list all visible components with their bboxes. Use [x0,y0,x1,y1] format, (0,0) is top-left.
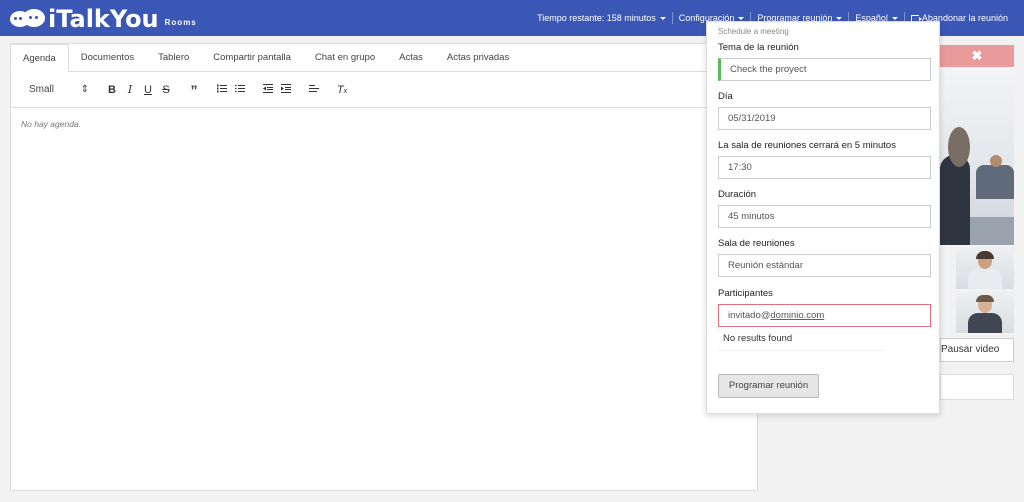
close-icon[interactable]: ✖ [940,45,1014,67]
agenda-editor[interactable]: No hay agenda. [11,108,757,140]
indent-icon[interactable] [277,83,295,96]
day-label: Día [718,91,733,102]
schedule-meeting-dropdown: Schedule a meeting Tema de la reunión Ch… [706,21,940,414]
topic-label: Tema de la reunión [718,42,799,53]
outdent-icon[interactable] [259,83,277,96]
strikethrough-icon[interactable]: S [157,84,175,96]
tab-minutes[interactable]: Actas [387,44,435,71]
font-size-value: Small [29,84,55,95]
pause-video-button[interactable]: Pausar video [940,338,1014,362]
duration-label: Duración [718,189,757,200]
bullet-list-icon[interactable] [231,84,249,96]
room-select[interactable]: Reunión estándar [718,254,931,277]
select-arrows-icon: ⇕ [80,84,89,95]
tab-agenda[interactable]: Agenda [10,44,69,72]
ordered-list-icon[interactable] [213,84,231,96]
time-remaining-label: Tiempo restante: 158 minutos [537,13,656,23]
caret-down-icon [891,16,898,20]
participant-avatar[interactable] [956,291,1014,333]
closing-time-label: La sala de reuniones cerrará en 5 minuto… [718,140,896,151]
editor-toolbar: Small ⇕ B I U S ” Tx [11,72,757,108]
font-size-select[interactable]: Small ⇕ [29,84,89,95]
time-remaining-menu[interactable]: Tiempo restante: 158 minutos [531,13,672,23]
bold-icon[interactable]: B [103,84,121,96]
caret-down-icon [659,16,666,20]
tab-bar: Agenda Documentos Tablero Compartir pant… [10,44,757,72]
italic-icon[interactable]: I [121,83,139,96]
video-panel-box [940,374,1014,400]
chat-bubbles-icon [10,9,46,31]
clear-format-icon[interactable]: Tx [333,84,351,96]
no-results-message: No results found [718,333,884,351]
tab-private-minutes[interactable]: Actas privadas [435,44,521,71]
day-field[interactable]: 05/31/2019 [718,107,931,130]
participants-value-prefix: invitado@ [728,310,771,321]
participants-value-domain: dominio.com [770,310,825,321]
topic-field[interactable]: Check the proyect [718,58,931,81]
tab-group-chat[interactable]: Chat en grupo [303,44,387,71]
video-panel: ✖ Pausar video [940,45,1014,400]
blockquote-icon[interactable]: ” [185,82,203,98]
time-field[interactable]: 17:30 [718,156,931,179]
schedule-meeting-button[interactable]: Programar reunión [718,374,819,398]
duration-select[interactable]: 45 minutos [718,205,931,228]
room-label: Sala de reuniones [718,238,795,249]
brand-sub: Rooms [164,18,197,27]
align-icon[interactable] [305,84,323,96]
main-panel: Agenda Documentos Tablero Compartir pant… [10,43,758,491]
logo: iTalkYou Rooms [10,7,197,31]
tab-documents[interactable]: Documentos [69,44,146,71]
tab-board[interactable]: Tablero [146,44,201,71]
main-video [940,67,1014,245]
caret-down-icon [836,16,843,20]
caret-down-icon [738,16,745,20]
dropdown-caption: Schedule a meeting [718,27,789,36]
underline-icon[interactable]: U [139,84,157,96]
brand-name: iTalkYou [48,5,159,33]
participants-input[interactable]: invitado@dominio.com [718,304,931,327]
participants-label: Participantes [718,288,773,299]
tab-share-screen[interactable]: Compartir pantalla [201,44,303,71]
participant-avatar[interactable] [956,247,1014,289]
participant-thumbnails [940,245,1014,333]
